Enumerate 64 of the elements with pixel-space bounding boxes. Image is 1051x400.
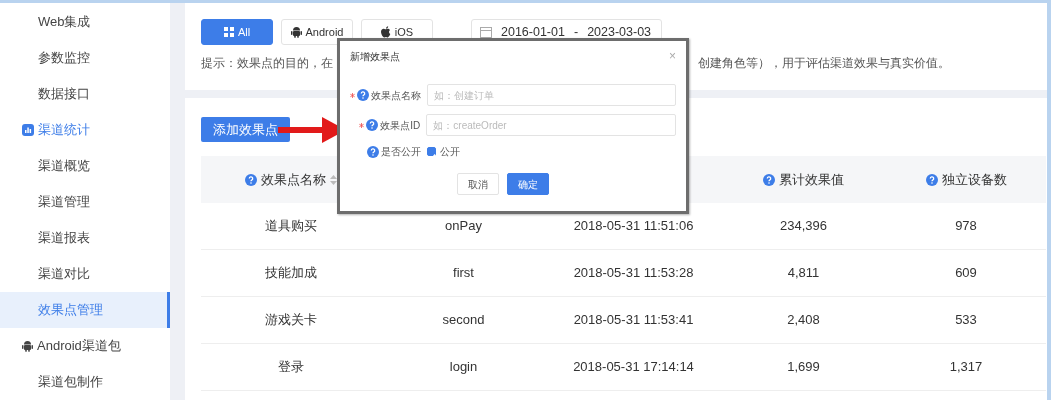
table-cell-text: first (453, 264, 474, 283)
sidebar-item[interactable]: 渠道管理 (0, 184, 170, 220)
hint-text: 提示：效果点的目的，在 (201, 56, 333, 71)
help-icon (367, 145, 379, 158)
table-cell-text: 2018-05-31 11:53:28 (573, 264, 694, 283)
table-cell-text: onPay (445, 217, 482, 236)
help-icon (357, 89, 369, 101)
apple-icon (380, 26, 391, 38)
table-cell-text: second (442, 311, 485, 330)
platform-tab[interactable]: Android (281, 19, 353, 45)
grid-icon (223, 27, 234, 37)
confirm-button[interactable]: 确定 (507, 173, 549, 195)
table-cell-text: 登录 (278, 358, 304, 377)
sidebar-item[interactable]: 数据接口 (0, 76, 170, 112)
sidebar-item[interactable]: 渠道对比 (0, 256, 170, 292)
table-cell-text: 234,396 (780, 217, 827, 236)
table-cell-text: login (449, 358, 478, 377)
sidebar-group-label[interactable]: Android渠道包 (37, 336, 121, 356)
table-cell-text: 4,811 (787, 264, 820, 283)
chart-icon (22, 124, 34, 136)
dialog-title: 新增效果点 (350, 50, 400, 64)
platform-tab[interactable]: All (201, 19, 273, 45)
hint-text: 创建角色等），用于评估渠道效果与真实价值。 (698, 56, 950, 71)
date-separator: - (573, 23, 579, 41)
android-icon (22, 340, 33, 352)
sidebar-item[interactable]: 渠道概览 (0, 148, 170, 184)
end-date: 2023-03-03 (587, 23, 652, 41)
help-icon (925, 173, 938, 186)
android-icon (290, 26, 302, 38)
start-date: 2016-01-01 (501, 23, 565, 41)
sidebar-group-label[interactable]: 渠道统计 (38, 120, 90, 140)
table-cell-text: 2,408 (787, 311, 820, 330)
table-cell-text: 1,699 (787, 358, 820, 377)
table-cell-text: 609 (955, 264, 977, 283)
input-field[interactable]: 如：createOrder (426, 114, 676, 136)
sort-icon[interactable] (330, 174, 337, 185)
column-header[interactable]: 独立设备数 (941, 169, 1007, 190)
column-header[interactable]: 累计效果值 (779, 169, 844, 190)
table-cell-text: 978 (955, 217, 977, 236)
column-header[interactable]: 效果点名称 (261, 169, 326, 190)
field-label: 效果点ID (380, 118, 421, 133)
calendar-icon (480, 26, 492, 38)
help-icon (763, 173, 775, 186)
field-label: 效果点名称 (371, 88, 421, 103)
help-icon (245, 173, 257, 186)
table-cell-text: 1,317 (949, 358, 983, 377)
table-cell-text: 游戏关卡 (265, 311, 317, 330)
sidebar-item[interactable]: 渠道报表 (0, 220, 170, 256)
cancel-button[interactable]: 取消 (457, 173, 499, 195)
table-cell-text: 2018-05-31 11:51:06 (573, 217, 694, 236)
sidebar-item[interactable]: 参数监控 (0, 40, 170, 76)
add-effect-point-button[interactable]: 添加效果点 (201, 117, 290, 142)
table-cell-text: 技能加成 (265, 264, 317, 283)
sidebar-item[interactable]: 渠道包制作 (0, 364, 170, 400)
table-cell-text: 2018-05-31 11:53:41 (573, 311, 694, 330)
checkbox[interactable] (427, 147, 436, 156)
sidebar-item[interactable]: Web集成 (0, 4, 170, 40)
help-icon (366, 119, 379, 131)
table-cell-text: 2018-05-31 17:14:14 (573, 358, 694, 377)
checkbox-label: 公开 (440, 145, 460, 159)
field-label: 是否公开 (381, 145, 421, 159)
sidebar-item[interactable]: 效果点管理 (0, 292, 170, 328)
table-cell-text: 533 (955, 311, 977, 330)
table-cell-text: 道具购买 (265, 217, 317, 236)
